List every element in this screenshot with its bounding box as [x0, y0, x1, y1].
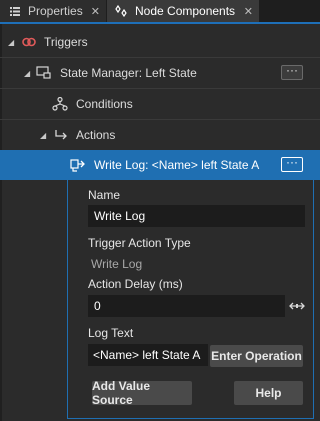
- log-text-field[interactable]: <Name> left State A: [88, 344, 208, 366]
- tree-item-label: Write Log: <Name> left State A: [94, 158, 260, 172]
- tab-properties-label: Properties: [28, 4, 83, 18]
- tree-item-conditions[interactable]: Conditions: [0, 89, 320, 119]
- name-field[interactable]: Write Log: [88, 205, 305, 227]
- tab-node-components-label: Node Components: [135, 4, 236, 18]
- more-options-button[interactable]: ···: [281, 64, 303, 80]
- write-log-icon: [70, 158, 86, 172]
- expand-arrow-icon[interactable]: ◢: [8, 38, 18, 47]
- node-components-icon: [115, 5, 127, 17]
- action-delay-field[interactable]: 0: [88, 295, 285, 317]
- drag-value-icon[interactable]: [289, 300, 305, 314]
- expand-arrow-icon[interactable]: ◢: [40, 131, 50, 140]
- tree-item-write-log[interactable]: Write Log: <Name> left State A ···: [0, 150, 320, 180]
- tree-item-label: State Manager: Left State: [60, 66, 197, 80]
- log-text-label: Log Text: [88, 326, 134, 340]
- help-button[interactable]: Help: [234, 381, 303, 405]
- name-label: Name: [88, 188, 121, 202]
- tree-item-actions[interactable]: ◢ Actions: [0, 120, 320, 150]
- trigger-action-type-value: Write Log: [91, 257, 143, 271]
- enter-operation-button[interactable]: Enter Operation: [210, 345, 303, 367]
- tab-properties[interactable]: Properties ✕: [0, 0, 106, 22]
- tree-item-label: Actions: [76, 128, 116, 142]
- add-value-source-button[interactable]: Add Value Source: [92, 379, 192, 407]
- list-icon: [10, 6, 20, 16]
- tab-bar: Properties ✕ Node Components ✕: [0, 0, 320, 22]
- tree-item-label: Conditions: [76, 97, 133, 111]
- state-manager-icon: [36, 66, 52, 80]
- actions-icon: [54, 129, 68, 141]
- tree-item-triggers[interactable]: ◢ Triggers: [0, 27, 320, 57]
- close-icon[interactable]: ✕: [91, 5, 100, 18]
- expand-arrow-icon[interactable]: ◢: [24, 69, 34, 78]
- trigger-icon: [22, 36, 36, 48]
- action-delay-label: Action Delay (ms): [88, 277, 183, 291]
- tab-node-components[interactable]: Node Components ✕: [107, 0, 259, 22]
- conditions-icon: [52, 97, 68, 111]
- tab-accent-line: [0, 22, 320, 24]
- trigger-action-type-label: Trigger Action Type: [88, 236, 191, 250]
- close-icon[interactable]: ✕: [244, 5, 253, 18]
- tree-item-label: Triggers: [44, 35, 88, 49]
- tree-item-state-manager[interactable]: ◢ State Manager: Left State ···: [0, 58, 320, 88]
- more-options-button[interactable]: ···: [281, 156, 303, 172]
